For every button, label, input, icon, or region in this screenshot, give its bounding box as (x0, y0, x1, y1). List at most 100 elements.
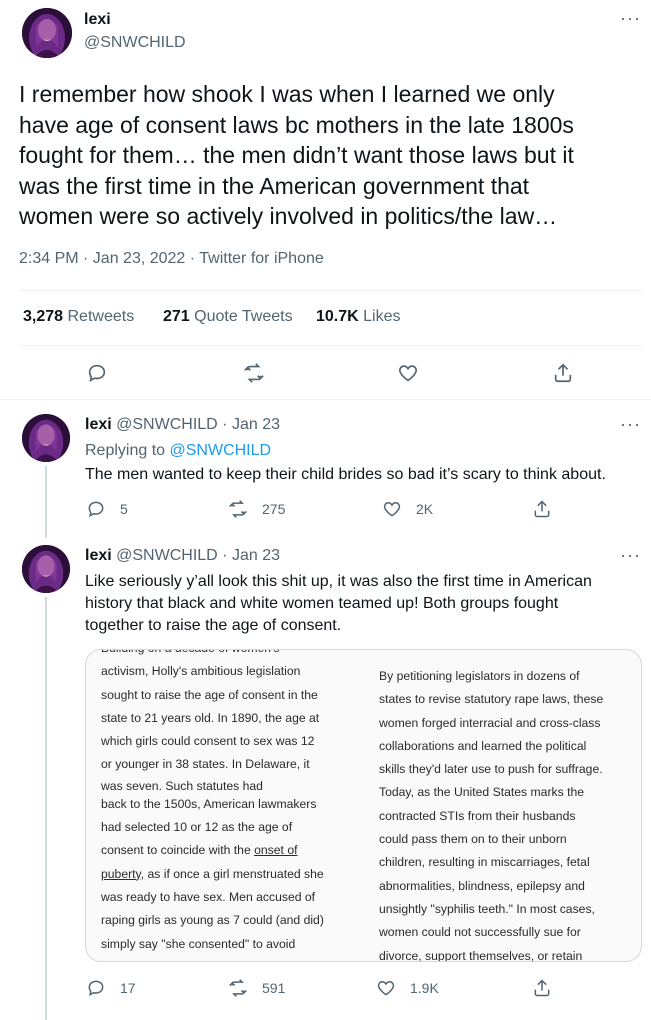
image-text-line: raping girls as young as 7 could (and di… (101, 913, 324, 928)
tweet-text-line: fought for them… the men didn’t want tho… (19, 142, 574, 168)
retweets-label: Retweets (67, 308, 135, 325)
author-handle[interactable]: @SNWCHILD (116, 547, 218, 564)
image-text-line: activism, Holly's ambitious legislation (101, 664, 301, 679)
tweet-text-line: have age of consent laws bc mothers in t… (19, 111, 574, 138)
like-action[interactable]: 2K (382, 499, 433, 519)
image-text-line: or younger in 38 states. In Delaware, it (101, 757, 310, 772)
reply-header: lexi @SNWCHILD · Jan 23 (85, 547, 280, 565)
like-count: 1.9K (410, 980, 439, 996)
tweet-text-line: I remember how shook I was when I learne… (19, 81, 555, 107)
image-text-line: sought to raise the age of consent in th… (101, 687, 318, 702)
replying-to: Replying to @SNWCHILD (85, 440, 271, 462)
share-action[interactable] (532, 499, 552, 519)
image-text-line: could pass them on to their unborn (379, 832, 567, 847)
reply-count: 17 (120, 980, 136, 996)
retweet-action[interactable]: 591 (228, 978, 285, 998)
retweets-stat[interactable]: 3,278 Retweets (23, 308, 134, 326)
image-text-line: state to 21 years old. In 1890, the age … (101, 710, 320, 725)
divider (0, 399, 651, 400)
author-name[interactable]: lexi (85, 547, 112, 564)
quotes-label: Quote Tweets (194, 308, 293, 325)
image-right-column: By petitioning legislators in dozens of … (379, 665, 641, 962)
image-text: consent to coincide with the (101, 843, 251, 858)
share-action[interactable] (532, 978, 552, 998)
like-action[interactable]: 1.9K (376, 978, 439, 998)
image-text-link: puberty, (101, 866, 145, 881)
author-handle[interactable]: @SNWCHILD (84, 34, 186, 52)
quotes-count: 271 (163, 308, 190, 325)
avatar-image (22, 545, 70, 593)
retweet-count: 591 (262, 980, 286, 996)
image-text-line: collaborations and learned the political (379, 738, 587, 753)
retweet-icon (229, 979, 247, 997)
tweet-image[interactable]: Building on a decade of women's activism… (85, 649, 642, 962)
image-text-line: By petitioning legislators in dozens of (379, 669, 580, 683)
likes-count: 10.7K (316, 308, 359, 325)
reply-action[interactable]: 17 (86, 978, 136, 998)
retweet-icon (229, 500, 247, 518)
image-text-line: contracted STIs from their husbands (379, 808, 576, 823)
avatar[interactable] (22, 414, 70, 462)
author-handle[interactable]: @SNWCHILD (116, 416, 218, 433)
divider (19, 345, 643, 346)
retweet-icon[interactable] (243, 362, 265, 389)
share-icon (534, 500, 550, 518)
retweet-action[interactable]: 275 (228, 499, 285, 519)
tweet-text: Like seriously y’all look this shit up, … (85, 571, 592, 637)
share-icon (534, 979, 550, 997)
image-text-line: Building on a decade of women's (101, 650, 361, 660)
reply-icon (88, 980, 104, 997)
tweet-text-line: Like seriously y’all look this shit up, … (85, 573, 592, 590)
avatar-image (22, 414, 70, 462)
tweet-text-line: women were so actively involved in polit… (19, 203, 558, 229)
image-text-link: onset of (254, 843, 298, 858)
avatar[interactable] (22, 545, 70, 593)
retweets-count: 3,278 (23, 308, 64, 325)
tweet-date[interactable]: · Jan 23 (222, 416, 280, 433)
tweet-text-line: together to raise the age of consent. (85, 617, 342, 634)
thread-line (45, 597, 47, 1020)
like-count: 2K (416, 501, 434, 517)
share-icon[interactable] (552, 362, 574, 389)
image-text-line: was ready to have sex. Men accused of (101, 889, 316, 904)
more-icon[interactable]: ··· (620, 414, 641, 435)
tweet-text-line: was the first time in the American gover… (19, 172, 530, 199)
thread-line (45, 466, 47, 538)
author-name[interactable]: lexi (85, 416, 112, 433)
image-text-line: skills they'd later use to push for suff… (379, 762, 603, 777)
tweet-text: The men wanted to keep their child bride… (85, 466, 606, 483)
image-text-line: states to revise statutory rape laws, th… (379, 692, 604, 707)
image-text-line: simply say "she consented" to avoid (101, 936, 296, 951)
quotes-stat[interactable]: 271 Quote Tweets (163, 308, 293, 326)
avatar-image (22, 8, 72, 58)
reply-action[interactable]: 5 (86, 499, 128, 519)
image-left-column: Building on a decade of women's activism… (101, 650, 361, 956)
author-name[interactable]: lexi (84, 11, 111, 29)
more-icon[interactable]: ··· (620, 545, 641, 566)
image-text-line: abnormalities, blindness, epilepsy and (379, 878, 585, 893)
tweet-timestamp[interactable]: 2:34 PM · Jan 23, 2022 · Twitter for iPh… (19, 250, 324, 268)
reply-icon[interactable] (86, 362, 108, 389)
tweet-date[interactable]: · Jan 23 (222, 547, 280, 564)
like-icon (383, 501, 401, 517)
image-text-line: children, resulting in miscarriages, fet… (379, 855, 590, 870)
image-text-line: puberty, as if once a girl menstruated s… (101, 863, 361, 886)
image-text-line: was seven. Such statutes had (101, 778, 263, 793)
more-icon[interactable]: ··· (620, 8, 641, 29)
divider (19, 290, 643, 291)
avatar[interactable] (22, 8, 72, 58)
image-text-line: consent to coincide with the onset of (101, 839, 361, 862)
replying-handle-link[interactable]: @SNWCHILD (170, 442, 272, 459)
image-text-line: Today, as the United States marks the (379, 785, 585, 800)
tweet-text: I remember how shook I was when I learne… (19, 79, 639, 232)
image-text-line: unsightly "syphilis teeth." In most case… (379, 901, 595, 916)
reply-count: 5 (120, 501, 128, 517)
reply-header: lexi @SNWCHILD · Jan 23 (85, 416, 280, 434)
image-text-line: divorce, support themselves, or retain (379, 948, 583, 962)
like-icon (377, 980, 395, 996)
image-text-line: back to the 1500s, American lawmakers (101, 796, 317, 811)
likes-stat[interactable]: 10.7K Likes (316, 308, 401, 326)
reply-icon (88, 501, 104, 518)
like-icon[interactable] (397, 362, 419, 389)
image-text-line: women could not successfully sue for (379, 925, 581, 940)
